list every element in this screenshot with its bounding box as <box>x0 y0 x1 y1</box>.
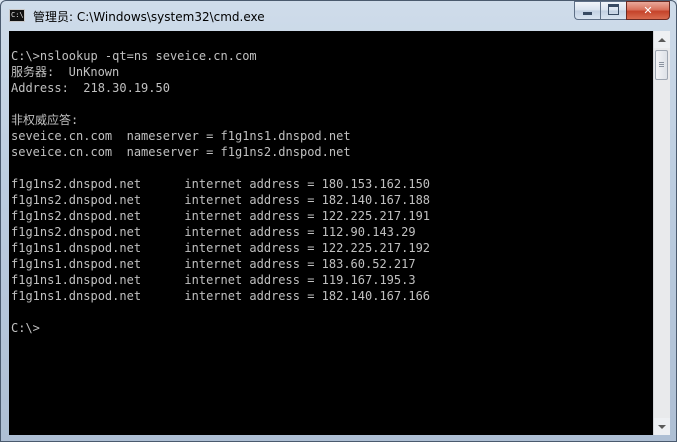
window-controls: ✕ <box>574 1 670 21</box>
scrollbar-thumb[interactable] <box>655 50 668 80</box>
console-line: f1g1ns2.dnspod.net internet address = 18… <box>11 177 431 191</box>
console-line: seveice.cn.com nameserver = f1g1ns1.dnsp… <box>11 129 351 143</box>
arrow-up-icon <box>658 37 666 42</box>
title-bar[interactable]: C:\ 管理员: C:\Windows\system32\cmd.exe ✕ <box>1 1 676 31</box>
console-line: C:\> <box>11 321 40 335</box>
console-line: f1g1ns2.dnspod.net internet address = 18… <box>11 193 431 207</box>
window-title: 管理员: C:\Windows\system32\cmd.exe <box>33 10 265 24</box>
console-output[interactable]: C:\>nslookup -qt=ns seveice.cn.com 服务器: U… <box>9 31 653 435</box>
console-line: f1g1ns1.dnspod.net internet address = 18… <box>11 257 416 271</box>
scroll-up-button[interactable] <box>654 31 670 48</box>
cmd-app-icon[interactable]: C:\ <box>9 9 25 22</box>
console-line: 非权威应答: <box>11 113 79 127</box>
close-button[interactable]: ✕ <box>626 1 670 20</box>
console-line: f1g1ns2.dnspod.net internet address = 11… <box>11 225 416 239</box>
maximize-icon <box>608 4 619 15</box>
thumb-grip-line <box>659 64 664 65</box>
console-line: C:\>nslookup -qt=ns seveice.cn.com <box>11 49 257 63</box>
console-line: 服务器: UnKnown <box>11 65 120 79</box>
console-text: C:\>nslookup -qt=ns seveice.cn.com 服务器: U… <box>9 31 653 336</box>
console-line: f1g1ns1.dnspod.net internet address = 12… <box>11 241 431 255</box>
console-line: f1g1ns1.dnspod.net internet address = 11… <box>11 273 416 287</box>
console-line: f1g1ns2.dnspod.net internet address = 12… <box>11 209 431 223</box>
minimize-button[interactable] <box>574 1 600 20</box>
arrow-down-icon <box>658 424 666 429</box>
cmd-window: C:\ 管理员: C:\Windows\system32\cmd.exe ✕ C… <box>0 0 677 442</box>
console-line: f1g1ns1.dnspod.net internet address = 18… <box>11 289 431 303</box>
thumb-grip-line <box>659 66 664 67</box>
console-line: seveice.cn.com nameserver = f1g1ns2.dnsp… <box>11 145 351 159</box>
thumb-grip-line <box>659 62 664 63</box>
scroll-down-button[interactable] <box>654 418 670 435</box>
minimize-icon <box>583 12 592 15</box>
console-line: Address: 218.30.19.50 <box>11 81 170 95</box>
close-icon: ✕ <box>643 4 653 17</box>
vertical-scrollbar[interactable] <box>653 31 670 435</box>
maximize-button[interactable] <box>600 1 626 20</box>
